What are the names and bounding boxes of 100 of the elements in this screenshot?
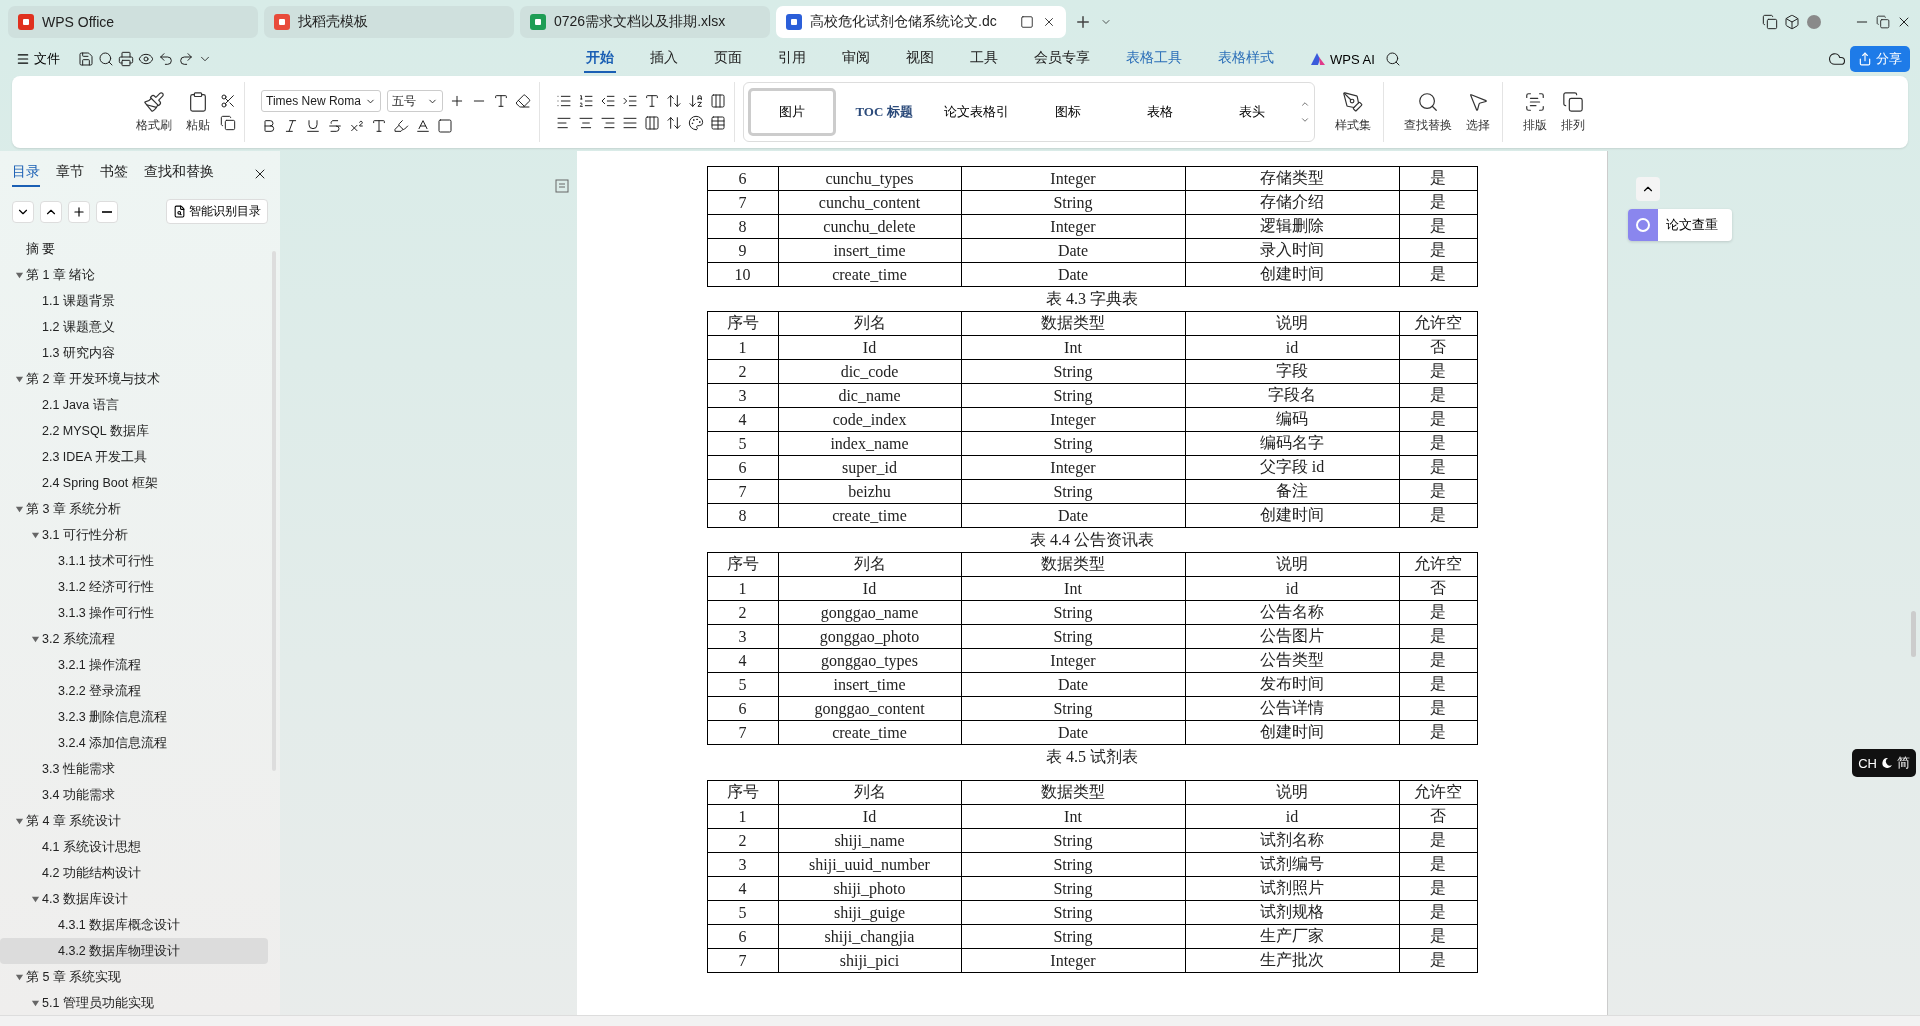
font-name-dropdown[interactable]: Times New Roma — [261, 90, 381, 112]
strikethrough-icon[interactable] — [327, 118, 343, 134]
document-tab[interactable]: WPS Office — [8, 6, 258, 38]
outline-item[interactable]: 3.1.1 技术可行性 — [0, 548, 280, 574]
outline-item[interactable]: 2.1 Java 语言 — [0, 392, 280, 418]
style-option[interactable]: 图片 — [748, 88, 836, 136]
sidebar-tab[interactable]: 查找和替换 — [144, 161, 214, 187]
text-direction-icon[interactable] — [666, 93, 682, 109]
outline-item[interactable]: 1.2 课题意义 — [0, 314, 280, 340]
add-button[interactable] — [68, 200, 90, 223]
align-center-icon[interactable] — [578, 115, 594, 131]
outline-item[interactable]: 3.2.2 登录流程 — [0, 678, 280, 704]
outline-item[interactable]: 5.1 管理员功能实现 — [0, 990, 280, 1015]
cloud-icon[interactable] — [1828, 50, 1846, 68]
ribbon-tab[interactable]: 引用 — [776, 45, 808, 73]
scrollbar-thumb[interactable] — [1911, 611, 1916, 657]
outline-item[interactable]: 第 4 章 系统设计 — [0, 808, 280, 834]
ribbon-tab[interactable]: 页面 — [712, 45, 744, 73]
outline-item[interactable]: 3.2.1 操作流程 — [0, 652, 280, 678]
document-tab[interactable]: 0726需求文档以及排期.xlsx — [520, 6, 770, 38]
redo-icon[interactable] — [178, 51, 194, 67]
outline-item[interactable]: 3.1.3 操作可行性 — [0, 600, 280, 626]
outline-item[interactable]: 4.3.2 数据库物理设计 — [0, 938, 268, 964]
sidebar-tab[interactable]: 书签 — [100, 161, 128, 187]
outline-item[interactable]: 3.1.2 经济可行性 — [0, 574, 280, 600]
outline-item[interactable]: 3.1 可行性分析 — [0, 522, 280, 548]
align-right-icon[interactable] — [600, 115, 616, 131]
format-painter-button[interactable]: 格式刷 — [132, 88, 176, 136]
window-mode-icon[interactable] — [1020, 15, 1034, 29]
remove-button[interactable] — [96, 200, 118, 223]
outline-item[interactable]: 2.2 MYSQL 数据库 — [0, 418, 280, 444]
ribbon-tab[interactable]: 会员专享 — [1032, 45, 1092, 73]
indent-icon[interactable] — [622, 93, 638, 109]
superscript-icon[interactable] — [349, 118, 365, 134]
outline-item[interactable]: 2.3 IDEA 开发工具 — [0, 444, 280, 470]
font-size-dropdown[interactable]: 五号 — [387, 90, 443, 112]
expanded-triangle-icon[interactable] — [30, 530, 40, 540]
underline-icon[interactable] — [305, 118, 321, 134]
collapse-button[interactable] — [12, 200, 34, 223]
ribbon-tab[interactable]: 表格样式 — [1216, 45, 1276, 73]
line-spacing-icon[interactable] — [666, 115, 682, 131]
shading-icon[interactable] — [437, 118, 453, 134]
expanded-triangle-icon[interactable] — [14, 816, 24, 826]
outline-item[interactable]: 3.2 系统流程 — [0, 626, 280, 652]
outline-item[interactable]: 3.3 性能需求 — [0, 756, 280, 782]
expanded-triangle-icon[interactable] — [14, 504, 24, 514]
close-icon[interactable] — [1042, 15, 1056, 29]
restore-icon[interactable] — [1876, 15, 1890, 29]
copy-icon[interactable] — [220, 115, 236, 131]
font-color-icon[interactable] — [415, 118, 431, 134]
document-tab[interactable]: 高校危化试剂仓储系统论文.dc — [776, 6, 1066, 38]
expand-button[interactable] — [40, 200, 62, 223]
outline-item[interactable]: 4.1 系统设计思想 — [0, 834, 280, 860]
undo-icon[interactable] — [158, 51, 174, 67]
outline-item[interactable]: 2.4 Spring Boot 框架 — [0, 470, 280, 496]
ime-indicator[interactable]: CH 简 — [1852, 749, 1916, 777]
outline-item[interactable]: 1.3 研究内容 — [0, 340, 280, 366]
search-icon[interactable] — [98, 51, 114, 67]
expanded-triangle-icon[interactable] — [14, 270, 24, 280]
find-replace-button[interactable]: 查找替换 — [1400, 88, 1456, 136]
outdent-icon[interactable] — [600, 93, 616, 109]
avatar-icon[interactable] — [1806, 14, 1822, 30]
expanded-triangle-icon[interactable] — [14, 972, 24, 982]
share-button[interactable]: 分享 — [1850, 46, 1910, 72]
outline-item[interactable]: 第 5 章 系统实现 — [0, 964, 280, 990]
outline-item[interactable]: 3.4 功能需求 — [0, 782, 280, 808]
sort-icon[interactable] — [688, 93, 704, 109]
ribbon-tab[interactable]: 工具 — [968, 45, 1000, 73]
justify-icon[interactable] — [622, 115, 638, 131]
numbered-list-icon[interactable] — [578, 93, 594, 109]
outline-item[interactable]: 摘 要 — [0, 236, 280, 262]
outline-item[interactable]: 4.2 功能结构设计 — [0, 860, 280, 886]
document-tab[interactable]: 找稻壳模板 — [264, 6, 514, 38]
ribbon-tab[interactable]: 开始 — [584, 45, 616, 73]
outline-item[interactable]: 3.2.3 删除信息流程 — [0, 704, 280, 730]
expanded-triangle-icon[interactable] — [30, 634, 40, 644]
window-icon[interactable] — [1762, 14, 1778, 30]
border-icon[interactable] — [710, 115, 726, 131]
file-menu[interactable]: 文件 — [10, 48, 66, 70]
outline-item[interactable]: 第 2 章 开发环境与技术 — [0, 366, 280, 392]
plagiarism-check-button[interactable]: 论文查重 — [1628, 209, 1732, 241]
bullet-list-icon[interactable] — [556, 93, 572, 109]
bold-icon[interactable] — [261, 118, 277, 134]
columns-icon[interactable] — [710, 93, 726, 109]
cut-icon[interactable] — [220, 93, 236, 109]
outline-item[interactable]: 4.3 数据库设计 — [0, 886, 280, 912]
style-set-button[interactable]: 样式集 — [1331, 88, 1375, 136]
eraser-icon[interactable] — [515, 93, 531, 109]
save-icon[interactable] — [78, 51, 94, 67]
table-handle-icon[interactable] — [555, 179, 569, 193]
sidebar-tab[interactable]: 章节 — [56, 161, 84, 187]
ribbon-tab[interactable]: 审阅 — [840, 45, 872, 73]
layout-button[interactable]: 排版 — [1519, 88, 1551, 136]
scroll-up-icon[interactable] — [1300, 99, 1310, 109]
highlighter-icon[interactable] — [393, 118, 409, 134]
select-button[interactable]: 选择 — [1462, 88, 1494, 136]
sidebar-tab[interactable]: 目录 — [12, 161, 40, 187]
italic-icon[interactable] — [283, 118, 299, 134]
preview-icon[interactable] — [138, 51, 154, 67]
ai-button[interactable]: WPS AI — [1304, 50, 1381, 68]
